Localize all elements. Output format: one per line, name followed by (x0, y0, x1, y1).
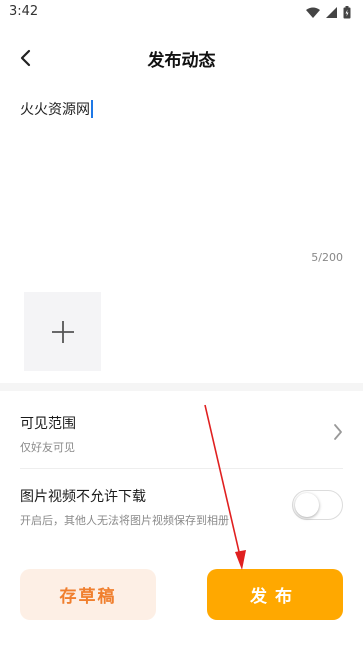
no-download-toggle[interactable] (292, 490, 343, 520)
no-download-title: 图片视频不允许下载 (20, 489, 146, 505)
battery-icon (343, 6, 351, 19)
text-caret (91, 100, 93, 118)
char-count: 5/200 (311, 251, 343, 264)
post-text-input[interactable]: 火火资源网 (20, 99, 93, 119)
section-divider (0, 383, 363, 391)
visibility-title: 可见范围 (20, 416, 76, 432)
no-download-description: 开启后，其他人无法将图片视频保存到相册 (20, 514, 229, 527)
add-media-button[interactable] (24, 292, 101, 371)
status-bar: 3:42 (0, 0, 363, 26)
signal-icon (326, 7, 337, 18)
plus-icon (51, 320, 74, 343)
visibility-value: 仅好友可见 (20, 441, 75, 454)
publish-button[interactable]: 发布 (207, 569, 343, 620)
header: 发布动态 (0, 38, 363, 78)
status-icons (306, 6, 351, 19)
wifi-icon (306, 7, 320, 18)
chevron-right-icon (334, 424, 342, 440)
visibility-setting-row[interactable]: 可见范围 仅好友可见 (0, 395, 363, 465)
status-time: 3:42 (9, 4, 39, 19)
row-divider (20, 468, 343, 469)
toggle-knob (295, 493, 319, 517)
post-text-value: 火火资源网 (20, 102, 90, 118)
save-draft-button[interactable]: 存草稿 (20, 569, 156, 620)
page-title: 发布动态 (147, 51, 216, 71)
